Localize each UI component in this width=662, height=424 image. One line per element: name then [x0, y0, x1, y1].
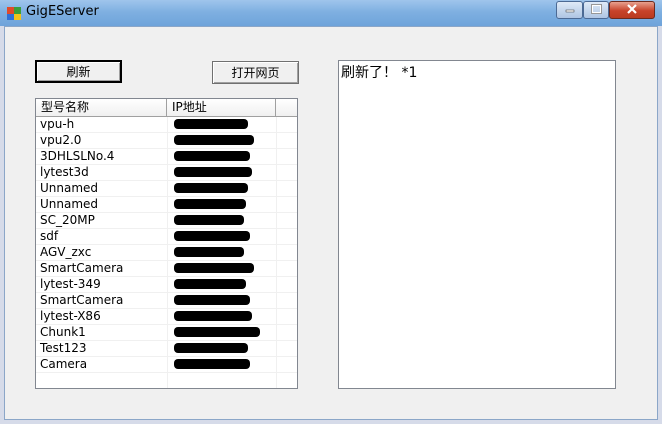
redacted-ip — [174, 183, 248, 193]
device-name: 3DHLSLNo.4 — [40, 149, 115, 163]
redacted-ip — [174, 263, 254, 273]
device-name: Unnamed — [40, 181, 99, 195]
device-name: lytest3d — [40, 165, 89, 179]
table-row[interactable]: AGV_zxc — [36, 245, 297, 261]
table-row[interactable]: SmartCamera — [36, 261, 297, 277]
table-row[interactable]: lytest3d — [36, 165, 297, 181]
redacted-ip — [174, 311, 252, 321]
device-name: Camera — [40, 357, 88, 371]
table-row[interactable]: vpu2.0 — [36, 133, 297, 149]
table-row[interactable]: lytest-349 — [36, 277, 297, 293]
table-row[interactable]: SC_20MP — [36, 213, 297, 229]
maximize-button[interactable] — [583, 1, 609, 19]
device-name: AGV_zxc — [40, 245, 92, 259]
app-window: GigEServer 刷新 打开网页 型号名称 IP地址 vpu-h vpu2.… — [0, 0, 662, 424]
redacted-ip — [174, 247, 244, 257]
minimize-icon — [565, 3, 575, 17]
log-text: 刷新了！ *1 — [341, 65, 418, 81]
device-name: sdf — [40, 229, 59, 243]
window-title: GigEServer — [26, 4, 99, 19]
table-row[interactable]: SmartCamera — [36, 293, 297, 309]
device-name: Chunk1 — [40, 325, 86, 339]
redacted-ip — [174, 215, 244, 225]
table-row[interactable]: Unnamed — [36, 197, 297, 213]
device-name: SmartCamera — [40, 293, 124, 307]
redacted-ip — [174, 327, 260, 337]
redacted-ip — [174, 199, 246, 209]
maximize-icon — [590, 3, 602, 17]
refresh-button[interactable]: 刷新 — [35, 60, 122, 83]
redacted-ip — [174, 359, 250, 369]
table-row[interactable] — [36, 373, 297, 388]
device-list[interactable]: 型号名称 IP地址 vpu-h vpu2.0 3DHLSLNo.4 lytest… — [35, 98, 298, 389]
client-area: 刷新 打开网页 型号名称 IP地址 vpu-h vpu2.0 3DHLSLNo.… — [4, 26, 658, 420]
table-row[interactable]: Camera — [36, 357, 297, 373]
device-name: vpu2.0 — [40, 133, 82, 147]
redacted-ip — [174, 295, 250, 305]
redacted-ip — [174, 231, 250, 241]
minimize-button[interactable] — [556, 1, 583, 19]
device-name: SC_20MP — [40, 213, 95, 227]
redacted-ip — [174, 167, 252, 177]
device-name: vpu-h — [40, 117, 75, 131]
table-row[interactable]: vpu-h — [36, 117, 297, 133]
table-row[interactable]: lytest-X86 — [36, 309, 297, 325]
table-row[interactable]: sdf — [36, 229, 297, 245]
table-row[interactable]: Chunk1 — [36, 325, 297, 341]
list-header: 型号名称 IP地址 — [36, 99, 297, 117]
device-name: Unnamed — [40, 197, 99, 211]
open-web-button[interactable]: 打开网页 — [212, 61, 299, 84]
redacted-ip — [174, 151, 250, 161]
device-rows: vpu-h vpu2.0 3DHLSLNo.4 lytest3d Unnamed… — [36, 117, 297, 388]
device-name: SmartCamera — [40, 261, 124, 275]
title-bar[interactable]: GigEServer — [0, 0, 662, 26]
close-button[interactable] — [609, 1, 655, 19]
redacted-ip — [174, 343, 248, 353]
redacted-ip — [174, 135, 254, 145]
table-row[interactable]: Unnamed — [36, 181, 297, 197]
redacted-ip — [174, 279, 246, 289]
column-header-filler — [276, 99, 297, 116]
app-icon — [6, 5, 22, 21]
device-name: Test123 — [40, 341, 87, 355]
column-header-ip[interactable]: IP地址 — [167, 99, 276, 116]
redacted-ip — [174, 119, 248, 129]
device-name: lytest-X86 — [40, 309, 101, 323]
table-row[interactable]: Test123 — [36, 341, 297, 357]
table-row[interactable]: 3DHLSLNo.4 — [36, 149, 297, 165]
column-header-model[interactable]: 型号名称 — [36, 99, 167, 116]
log-output[interactable]: 刷新了！ *1 — [338, 60, 616, 389]
close-icon — [626, 3, 638, 17]
device-name: lytest-349 — [40, 277, 101, 291]
